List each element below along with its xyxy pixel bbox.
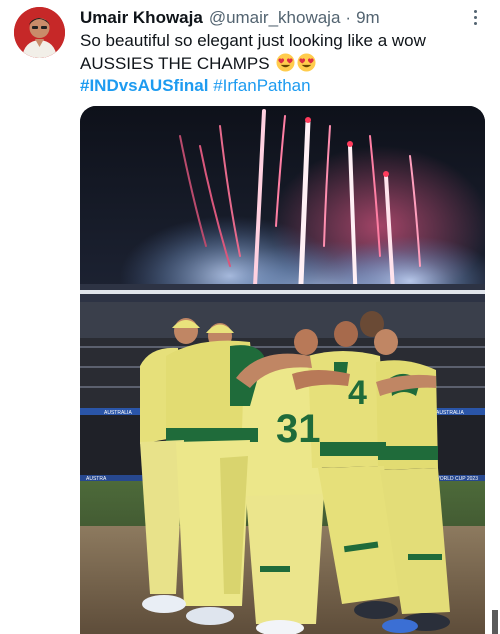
jersey-number-4: 4	[348, 374, 367, 412]
hashtag-indvsausfinal[interactable]: #INDvsAUSfinal	[80, 76, 208, 95]
separator-dot: ·	[345, 8, 352, 27]
hashtags: #INDvsAUSfinal #IrfanPathan	[80, 75, 490, 98]
tweet[interactable]: Umair Khowaja @umair_khowaja · 9m So bea…	[0, 0, 500, 634]
jersey-number-31: 31	[276, 407, 321, 451]
hashtag-irfanpathan[interactable]: #IrfanPathan	[213, 76, 310, 95]
australia-team-celebration-photo: AUSTRALIA AUSTRALIA AUSTRA WORLD CUP 202…	[80, 106, 485, 634]
heart-eyes-emoji-icon	[297, 52, 316, 72]
tweet-text-caps: AUSSIES THE CHAMPS	[80, 53, 270, 73]
heart-eyes-emoji-icon	[276, 52, 295, 72]
tweet-header: Umair Khowaja @umair_khowaja · 9m	[80, 7, 380, 29]
scrollbar-thumb[interactable]	[492, 610, 498, 634]
user-handle[interactable]: @umair_khowaja	[209, 8, 341, 28]
tweet-photo[interactable]: AUSTRALIA AUSTRALIA AUSTRA WORLD CUP 202…	[80, 106, 485, 634]
tweet-text-line-1: So beautiful so elegant just looking lik…	[80, 31, 426, 50]
tweet-text-line-2: AUSSIES THE CHAMPS	[80, 52, 490, 76]
more-options-icon[interactable]	[466, 6, 484, 28]
tweet-text: So beautiful so elegant just looking lik…	[80, 30, 490, 98]
timestamp[interactable]: 9m	[356, 8, 380, 28]
avatar-image	[14, 7, 65, 58]
display-name[interactable]: Umair Khowaja	[80, 8, 203, 28]
avatar[interactable]	[14, 7, 65, 58]
